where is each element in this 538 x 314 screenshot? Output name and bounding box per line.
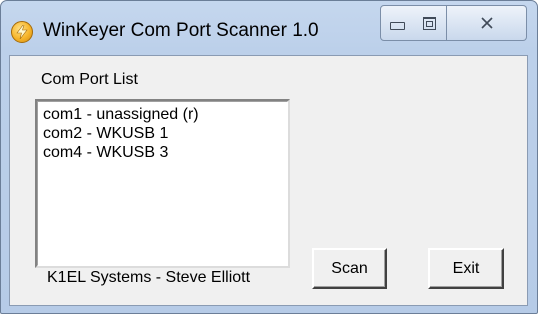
maximize-icon (423, 16, 436, 30)
maximize-button[interactable] (413, 5, 447, 41)
exit-button[interactable]: Exit (428, 248, 504, 289)
com-port-listbox[interactable]: com1 - unassigned (r) com2 - WKUSB 1 com… (35, 99, 290, 268)
close-button[interactable] (447, 5, 527, 41)
list-item[interactable]: com4 - WKUSB 3 (43, 143, 288, 162)
list-item[interactable]: com1 - unassigned (r) (43, 105, 288, 124)
list-item[interactable]: com2 - WKUSB 1 (43, 124, 288, 143)
app-window: WinKeyer Com Port Scanner 1.0 Com Port L… (0, 0, 538, 314)
close-icon (480, 17, 493, 29)
credit-label: K1EL Systems - Steve Elliott (47, 269, 251, 286)
minimize-icon (389, 21, 405, 30)
scan-button[interactable]: Scan (312, 248, 387, 289)
window-title: WinKeyer Com Port Scanner 1.0 (43, 20, 319, 41)
winkeyer-app-icon[interactable] (11, 21, 33, 43)
client-area: Com Port List com1 - unassigned (r) com2… (9, 55, 528, 306)
com-port-list-label: Com Port List (41, 71, 138, 88)
minimize-button[interactable] (380, 5, 414, 41)
